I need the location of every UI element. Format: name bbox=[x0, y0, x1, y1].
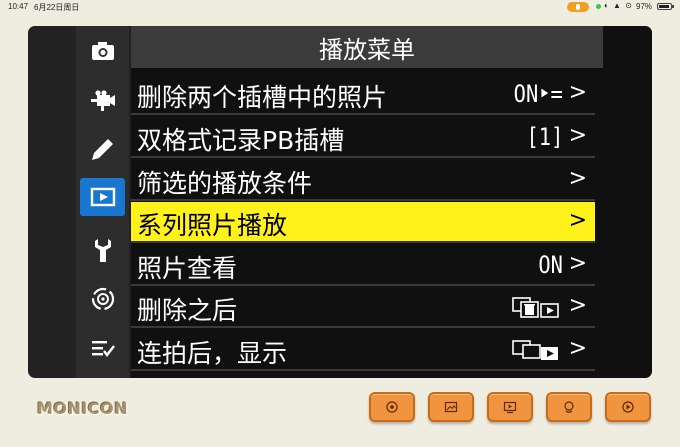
menu-item-delete-both-slots[interactable]: 删除两个插槽中的照片 ON‣= > bbox=[131, 74, 595, 115]
menu-item-value: ON‣= bbox=[513, 80, 563, 108]
camera-active-dot bbox=[596, 4, 601, 9]
menu-item-label: 删除两个插槽中的照片 bbox=[137, 83, 388, 112]
chevron-right-icon: > bbox=[568, 336, 587, 361]
menu-item-image-review[interactable]: 照片查看 ON > bbox=[131, 245, 595, 286]
pencil-icon bbox=[91, 139, 113, 160]
menu-title: 播放菜单 bbox=[131, 26, 603, 68]
chevron-right-icon: > bbox=[568, 293, 587, 318]
menu-sidebar bbox=[76, 26, 129, 378]
status-time: 10:47 bbox=[8, 2, 29, 11]
screen-icon bbox=[503, 401, 517, 414]
playback-menu-panel: 播放菜单 删除两个插槽中的照片 ON‣= > 双格式记录PB插槽 [1] > 筛… bbox=[131, 26, 652, 378]
menu-item-label: 删除之后 bbox=[137, 296, 238, 325]
sidebar-item-custom-settings[interactable] bbox=[80, 130, 125, 168]
record-button[interactable] bbox=[369, 392, 415, 422]
sidebar-item-setup[interactable] bbox=[80, 231, 125, 269]
sidebar-item-photo-shooting[interactable] bbox=[80, 32, 125, 70]
menu-item-after-burst[interactable]: 连拍后，显示 > bbox=[131, 330, 595, 371]
menu-item-label: 系列照片播放 bbox=[137, 211, 288, 240]
battery-percent: 97% bbox=[636, 2, 653, 11]
sidebar-item-network[interactable] bbox=[80, 280, 125, 318]
status-bar: 10:47 6月22日周日 ◐ ▲ ⊙ 97% bbox=[0, 0, 680, 14]
video-camera-icon bbox=[90, 90, 115, 111]
screen-button[interactable] bbox=[487, 392, 533, 422]
menu-item-label: 照片查看 bbox=[137, 254, 238, 283]
sidebar-item-video-recording[interactable] bbox=[80, 81, 125, 119]
status-date: 6月22日周日 bbox=[34, 3, 80, 12]
battery-icon bbox=[657, 3, 674, 10]
menu-item-value: [1] bbox=[526, 123, 563, 151]
menu-item-after-delete[interactable]: 删除之后 > bbox=[131, 287, 595, 328]
sidebar-item-playback[interactable] bbox=[80, 178, 125, 216]
image-icon bbox=[444, 401, 458, 413]
chevron-right-icon: > bbox=[568, 166, 587, 191]
menu-item-label: 连拍后，显示 bbox=[137, 339, 288, 368]
chevron-right-icon: > bbox=[568, 80, 587, 105]
palette-icon bbox=[564, 401, 574, 413]
my-menu-icon bbox=[91, 341, 115, 357]
monicon-logo: MONICON bbox=[37, 399, 129, 418]
play-circle-button[interactable] bbox=[605, 392, 651, 422]
image-button[interactable] bbox=[428, 392, 474, 422]
camera-screen: 播放菜单 删除两个插槽中的照片 ON‣= > 双格式记录PB插槽 [1] > 筛… bbox=[28, 26, 652, 378]
chevron-right-icon: > bbox=[568, 208, 587, 233]
menu-item-series-playback[interactable]: 系列照片播放 > bbox=[131, 202, 595, 243]
camera-icon bbox=[91, 42, 114, 60]
menu-item-label: 筛选的播放条件 bbox=[137, 169, 313, 198]
record-icon bbox=[386, 401, 398, 413]
microphone-icon bbox=[567, 2, 589, 12]
network-icon bbox=[91, 287, 114, 311]
delete-then-next-icon bbox=[512, 297, 559, 318]
sidebar-item-my-menu[interactable] bbox=[80, 329, 125, 367]
menu-item-label: 双格式记录PB插槽 bbox=[137, 126, 345, 155]
playback-icon bbox=[90, 187, 115, 207]
chevron-right-icon: > bbox=[568, 251, 587, 276]
next-frame-icon bbox=[512, 340, 558, 360]
chevron-right-icon: > bbox=[568, 123, 587, 148]
menu-item-value: ON bbox=[538, 251, 563, 279]
play-circle-icon bbox=[622, 401, 634, 413]
palette-button[interactable] bbox=[546, 392, 592, 422]
menu-item-filtered-playback[interactable]: 筛选的播放条件 > bbox=[131, 160, 595, 201]
wifi-icon: ◐ ▲ ⊙ bbox=[604, 1, 633, 10]
wrench-icon bbox=[94, 239, 111, 262]
menu-item-dual-format-slot[interactable]: 双格式记录PB插槽 [1] > bbox=[131, 117, 595, 158]
